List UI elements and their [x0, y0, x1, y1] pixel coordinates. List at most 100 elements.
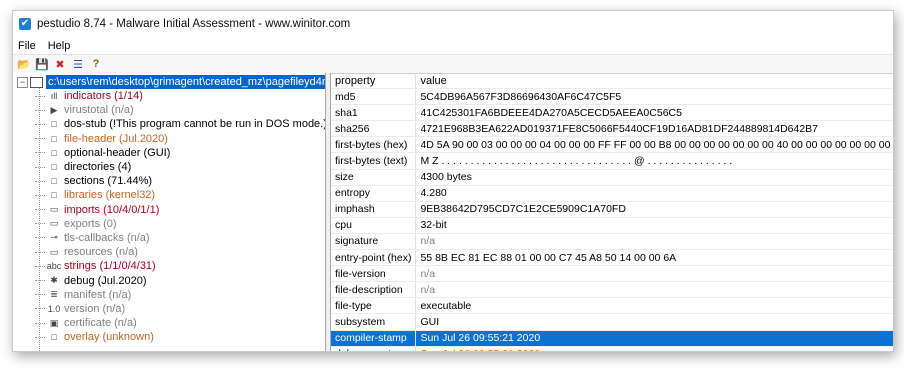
table-row[interactable]: first-bytes (text) M Z . . . . . . . . . …	[331, 152, 893, 170]
tree-branch-line	[35, 109, 45, 111]
certificate-icon: ▣	[49, 317, 59, 328]
table-row[interactable]: file-description n/a	[331, 281, 893, 299]
tree-branch-line	[35, 95, 45, 97]
debug-icon: ✱	[50, 275, 58, 286]
table-row[interactable]: debugger-stampSun Jul 26 09:55:21 2020	[331, 346, 893, 351]
main-panes: − c:\users\rem\desktop\grimagent\created…	[13, 73, 893, 351]
property-value: 4.280	[415, 185, 893, 202]
tree-items: ıll indicators (1/14) ▶ virustotal (n/a) □ do…	[35, 89, 326, 344]
table-row[interactable]: entropy 4.280	[331, 185, 893, 202]
tree-item-tls-callbacks[interactable]: ⊸ tls-callbacks (n/a)	[35, 231, 325, 245]
table-row[interactable]: signature n/a	[331, 233, 893, 251]
tree-item-virustotal[interactable]: ▶ virustotal (n/a)	[35, 103, 325, 117]
help-icon[interactable]: ?	[89, 57, 103, 71]
tree-view[interactable]: − c:\users\rem\desktop\grimagent\created…	[13, 73, 326, 351]
imports-icon: ▭	[49, 204, 59, 215]
table-row[interactable]: sha1 41C425301FA6BDEEE4DA270A5CECD5AEEA0C…	[331, 104, 893, 122]
tree-item-label: dos-stub (!This program cannot be run in…	[64, 118, 326, 131]
tree-item-resources[interactable]: ▭ resources (n/a)	[35, 245, 325, 259]
property-key: entry-point (hex)	[331, 249, 417, 267]
tree-item-label: optional-header (GUI)	[64, 146, 171, 159]
property-value: n/a	[415, 233, 893, 251]
property-key: compiler-stamp	[331, 330, 417, 347]
property-value: Sun Jul 26 09:55:21 2020	[415, 346, 893, 351]
tree-item-strings[interactable]: abc strings (1/1/0/4/31)	[35, 259, 325, 273]
dos-stub-icon: □	[51, 119, 57, 130]
tree-branch-line	[35, 336, 45, 338]
table-row[interactable]: md5 5C4DB96A567F3D86696430AF6C47C5F5	[331, 88, 893, 106]
tree-branch-line	[35, 280, 45, 282]
property-value: Sun Jul 26 09:55:21 2020	[415, 330, 893, 347]
table-row[interactable]: cpu 32-bit	[331, 217, 893, 234]
tree-item-sections[interactable]: □ sections (71.44%)	[35, 174, 325, 188]
app-window: ✔ pestudio 8.74 - Malware Initial Assess…	[12, 10, 894, 352]
sections-icon: □	[51, 176, 57, 187]
tree-item-debug[interactable]: ✱ debug (Jul.2020)	[35, 273, 325, 287]
close-x-icon[interactable]: ✖	[53, 57, 67, 71]
tree-item-label: certificate (n/a)	[64, 317, 137, 330]
open-folder-icon[interactable]: 📂	[17, 57, 31, 71]
tree-branch-line	[35, 138, 45, 140]
tree-item-optional-header[interactable]: □ optional-header (GUI)	[35, 146, 325, 160]
menu-help[interactable]: Help	[48, 40, 71, 52]
table-row[interactable]: entry-point (hex) 55 8B EC 81 EC 88 01 00…	[331, 249, 893, 267]
collapse-icon[interactable]: −	[17, 76, 28, 88]
header-property[interactable]: property	[331, 73, 417, 90]
menu-file[interactable]: File	[18, 40, 36, 52]
tree-item-directories[interactable]: □ directories (4)	[35, 160, 325, 174]
header-value[interactable]: value	[415, 73, 893, 90]
tree-root[interactable]: − c:\users\rem\desktop\grimagent\created…	[17, 75, 325, 89]
tree-item-imports[interactable]: ▭ imports (10/4/0/1/1)	[35, 203, 325, 217]
table-row[interactable]: imphash 9EB38642D795CD7C1E2CE5909C1A70FD	[331, 201, 893, 218]
manifest-icon: ≣	[50, 289, 58, 300]
tree-item-label: version (n/a)	[64, 302, 126, 315]
table-row[interactable]: file-type executable	[331, 297, 893, 315]
table-row[interactable]: sha256 4721E968B3EA622AD019371FE8C5066F54…	[331, 120, 893, 138]
strings-icon: abc	[46, 261, 62, 272]
overlay-icon: □	[51, 332, 57, 343]
property-value: n/a	[415, 265, 893, 283]
table-row[interactable]: subsystem GUI	[331, 313, 893, 331]
property-key: signature	[331, 233, 417, 251]
tree-item-label: imports (10/4/0/1/1)	[64, 203, 160, 216]
table-row[interactable]: first-bytes (hex) 4D 5A 90 00 03 00 00 00…	[331, 136, 893, 154]
tree-item-indicators[interactable]: ıll indicators (1/14)	[35, 89, 325, 103]
tree-root-path[interactable]: c:\users\rem\desktop\grimagent\created_m…	[46, 75, 325, 89]
tree-item-certificate[interactable]: ▣ certificate (n/a)	[35, 316, 325, 330]
tree-item-overlay[interactable]: □ overlay (unknown)	[35, 330, 325, 344]
property-value: M Z . . . . . . . . . . . . . . . . . . …	[415, 152, 893, 170]
tree-item-file-header[interactable]: □ file-header (Jul.2020)	[35, 132, 325, 146]
tree-item-exports[interactable]: ▭ exports (0)	[35, 217, 325, 231]
property-key: file-version	[331, 265, 417, 283]
window-title: pestudio 8.74 - Malware Initial Assessme…	[37, 18, 351, 30]
save-icon[interactable]: 💾	[35, 57, 49, 71]
indicators-icon: ıll	[50, 91, 58, 102]
property-value: 41C425301FA6BDEEE4DA270A5CECD5AEEA0C56C5	[415, 104, 893, 122]
table-row[interactable]: compiler-stamp Sun Jul 26 09:55:21 2020	[331, 330, 893, 347]
tree-item-manifest[interactable]: ≣ manifest (n/a)	[35, 288, 325, 302]
property-key: sha1	[331, 104, 417, 122]
tree-item-label: sections (71.44%)	[64, 175, 153, 188]
property-value: executable	[415, 297, 893, 315]
tree-item-label: tls-callbacks (n/a)	[64, 231, 150, 244]
resources-icon: ▭	[49, 246, 59, 257]
tree-item-libraries[interactable]: □ libraries (kernel32)	[35, 188, 325, 202]
tree-branch-line	[35, 194, 45, 196]
property-value: GUI	[415, 313, 893, 331]
table-row[interactable]: file-version n/a	[331, 265, 893, 283]
property-key: file-description	[331, 281, 417, 299]
tree-item-label: debug (Jul.2020)	[64, 274, 147, 287]
exports-icon: ▭	[49, 218, 59, 229]
tree-item-label: directories (4)	[64, 161, 132, 174]
tree-item-dos-stub[interactable]: □ dos-stub (!This program cannot be run i…	[35, 117, 326, 131]
tree-branch-line	[35, 223, 45, 225]
tree-branch-line	[35, 180, 45, 182]
table-row[interactable]: size 4300 bytes	[331, 169, 893, 186]
tree-item-version[interactable]: 1.0 version (n/a)	[35, 302, 325, 316]
tree-branch-line	[35, 322, 45, 324]
tree-item-label: virustotal (n/a)	[64, 104, 134, 117]
pestudio-app-icon: ✔	[19, 18, 31, 30]
list-icon[interactable]: ☰	[71, 57, 85, 71]
file-icon	[30, 76, 43, 88]
tree-branch-line	[35, 265, 45, 267]
